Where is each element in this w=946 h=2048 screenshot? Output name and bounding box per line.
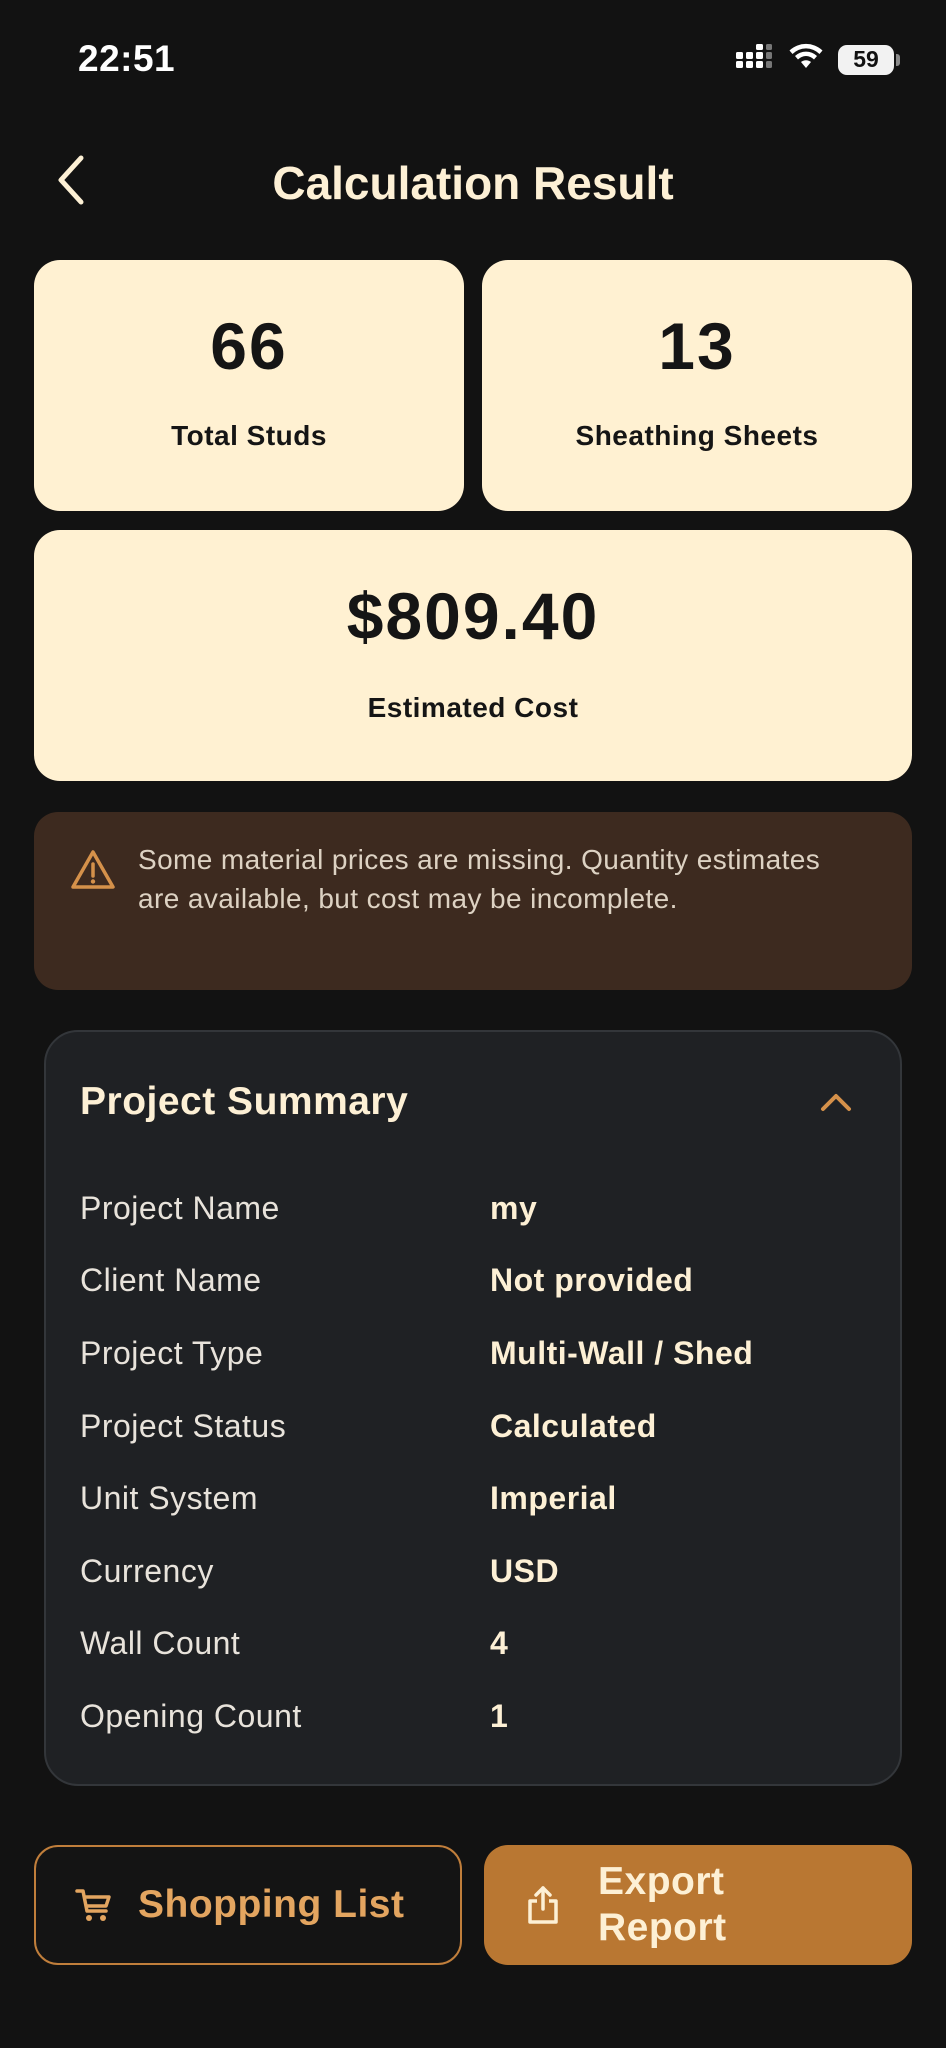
summary-row-client-name: Client Name Not provided xyxy=(80,1245,870,1318)
chevron-up-icon xyxy=(819,1091,853,1118)
summary-rows: Project Name my Client Name Not provided… xyxy=(80,1172,870,1753)
estimated-cost-card: $809.40 Estimated Cost xyxy=(34,530,912,781)
project-summary-title: Project Summary xyxy=(80,1080,409,1123)
summary-row-value: 4 xyxy=(490,1625,509,1662)
sheathing-sheets-label: Sheathing Sheets xyxy=(575,420,819,451)
sheathing-sheets-value: 13 xyxy=(658,309,736,383)
summary-row-project-status: Project Status Calculated xyxy=(80,1390,870,1463)
warning-message: Some material prices are missing. Quanti… xyxy=(138,844,821,914)
summary-row-label: Opening Count xyxy=(80,1697,302,1734)
export-report-label: Export Report xyxy=(598,1860,727,1949)
shopping-list-label: Shopping List xyxy=(138,1883,405,1926)
summary-row-label: Unit System xyxy=(80,1480,258,1517)
summary-row-label: Project Name xyxy=(80,1189,280,1226)
cart-icon xyxy=(74,1885,114,1925)
missing-prices-warning: Some material prices are missing. Quanti… xyxy=(34,812,912,990)
battery-indicator: 59 xyxy=(838,44,900,75)
battery-tip xyxy=(896,53,900,66)
collapse-summary-button[interactable] xyxy=(814,1082,858,1126)
summary-row-currency: Currency USD xyxy=(80,1535,870,1608)
summary-row-value: Calculated xyxy=(490,1407,657,1444)
summary-row-label: Wall Count xyxy=(80,1625,241,1662)
sheathing-sheets-card: 13 Sheathing Sheets xyxy=(482,260,912,511)
export-report-button[interactable]: Export Report xyxy=(484,1845,912,1965)
status-icons: 59 xyxy=(734,42,900,77)
summary-row-value: USD xyxy=(490,1552,560,1589)
header: Calculation Result xyxy=(0,130,946,234)
cellular-signal-icon xyxy=(734,42,774,77)
share-icon xyxy=(526,1885,560,1925)
estimated-cost-label: Estimated Cost xyxy=(367,692,579,723)
summary-row-project-type: Project Type Multi-Wall / Shed xyxy=(80,1317,870,1390)
wifi-icon xyxy=(788,43,824,76)
summary-row-label: Project Type xyxy=(80,1334,264,1371)
summary-row-value: my xyxy=(490,1189,538,1226)
page-title: Calculation Result xyxy=(272,157,674,209)
summary-row-value: Multi-Wall / Shed xyxy=(490,1334,754,1371)
summary-row-project-name: Project Name my xyxy=(80,1172,870,1245)
estimated-cost-value: $809.40 xyxy=(346,579,600,653)
summary-row-value: Imperial xyxy=(490,1480,617,1517)
total-studs-label: Total Studs xyxy=(171,420,327,451)
summary-row-value: 1 xyxy=(490,1697,509,1734)
summary-row-label: Client Name xyxy=(80,1262,262,1299)
total-studs-value: 66 xyxy=(210,309,288,383)
summary-row-opening-count: Opening Count 1 xyxy=(80,1680,870,1753)
battery-level: 59 xyxy=(838,44,894,75)
summary-row-wall-count: Wall Count 4 xyxy=(80,1608,870,1681)
summary-row-unit-system: Unit System Imperial xyxy=(80,1462,870,1535)
status-time: 22:51 xyxy=(78,38,176,79)
summary-row-label: Currency xyxy=(80,1552,214,1589)
calculation-result-screen: 22:51 59 Calculation Result 66 Total Stu… xyxy=(0,0,946,2048)
summary-row-label: Project Status xyxy=(80,1407,287,1444)
total-studs-card: 66 Total Studs xyxy=(34,260,464,511)
status-bar: 22:51 59 xyxy=(0,0,946,120)
summary-row-value: Not provided xyxy=(490,1262,694,1299)
warning-icon xyxy=(70,848,116,892)
project-summary-panel: Project Summary Project Name my Client N… xyxy=(44,1030,902,1786)
shopping-list-button[interactable]: Shopping List xyxy=(34,1845,462,1965)
